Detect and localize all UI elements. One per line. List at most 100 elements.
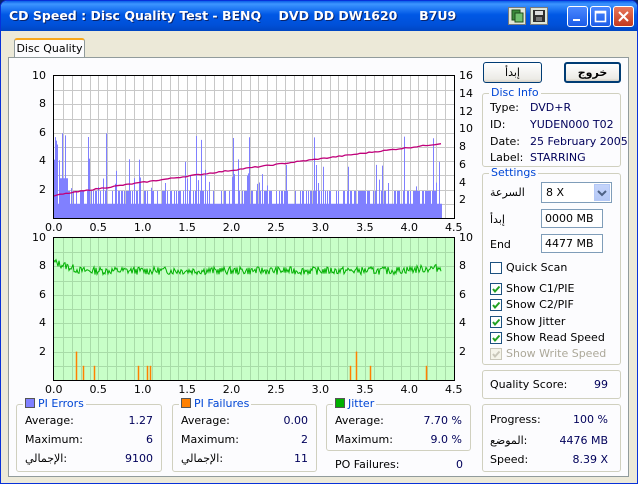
- maximize-button[interactable]: [590, 6, 611, 27]
- y-tick-label-left: 2: [39, 344, 46, 358]
- close-button[interactable]: [613, 6, 634, 27]
- quality-score-label: Quality Score:: [490, 378, 568, 391]
- y-tick-label-right: 10: [459, 231, 473, 244]
- y-tick-label-left: 10: [32, 69, 46, 82]
- pi-errors-plot: [54, 76, 454, 218]
- show-c2-checkbox[interactable]: [490, 299, 502, 311]
- pi-errors-maximum: 6: [146, 433, 153, 446]
- x-tick-label: 2.5: [267, 383, 285, 396]
- disc-date-value: 25 February 2005: [530, 135, 628, 148]
- y-tick-label-right: 6: [459, 287, 466, 301]
- quick-scan-checkbox-label: Quick Scan: [506, 261, 568, 274]
- y-tick-label-right: 12: [459, 104, 473, 118]
- minimize-button[interactable]: [567, 6, 588, 27]
- show-read-speed-checkbox[interactable]: [490, 332, 502, 344]
- start-field[interactable]: 0000 MB: [541, 209, 603, 228]
- x-tick-label: 1.0: [133, 383, 152, 396]
- disc-id-label: ID:: [490, 118, 506, 131]
- pi-failures-total-label: الإجمالي:: [181, 452, 224, 465]
- y-tick-label-right: 6: [459, 157, 466, 171]
- exit-button[interactable]: خروج: [564, 62, 621, 83]
- x-tick-label: 2.0: [222, 383, 241, 396]
- disc-label-value: STARRING: [530, 151, 586, 164]
- speed-select[interactable]: 8 X: [541, 182, 612, 203]
- y-tick-label-left: 2: [39, 182, 46, 196]
- disc-info-group: Disc Info Type: DVD+R ID: YUDEN000 T02 D…: [482, 87, 628, 167]
- po-failures-value: 0: [456, 458, 463, 471]
- pi-errors-group: PI Errors Average: 1.27 Maximum: 6 الإجم…: [16, 398, 162, 472]
- pi-errors-chart: [53, 75, 455, 219]
- position-value: 4476 MB: [559, 434, 608, 447]
- show-write-speed-checkbox: [490, 348, 502, 360]
- x-tick-label: 1.5: [178, 221, 196, 234]
- y-tick-label-right: 8: [459, 259, 466, 273]
- x-tick-label: 0.0: [45, 221, 63, 234]
- check-icon: [492, 334, 501, 343]
- x-tick-label: 3.0: [311, 221, 330, 234]
- y-tick-label-left: 4: [39, 154, 46, 168]
- start-label: إبدأ: [490, 213, 505, 226]
- disc-date-label: Date:: [490, 135, 520, 148]
- y-tick-label-right: 16: [459, 69, 473, 82]
- jitter-chart: [53, 237, 455, 381]
- y-tick-label-right: 10: [459, 122, 473, 136]
- x-tick-label: 4.0: [400, 221, 419, 234]
- copy-icon[interactable]: [508, 7, 526, 25]
- show-c2-checkbox-label: Show C2/PIF: [506, 298, 574, 311]
- progress-group: Progress: 100 % الموضع: 4476 MB Speed: 8…: [482, 404, 621, 472]
- end-field[interactable]: 4477 MB: [541, 234, 603, 253]
- show-c1-checkbox-label: Show C1/PIE: [506, 282, 575, 295]
- pi-errors-average-label: Average:: [25, 414, 74, 427]
- pi-errors-total: 9100: [125, 452, 153, 465]
- pi-failures-average: 0.00: [283, 414, 309, 427]
- check-icon: [492, 285, 501, 294]
- check-icon: [492, 350, 501, 359]
- po-failures-label: PO Failures:: [335, 458, 400, 471]
- start-button[interactable]: إبدأ: [483, 62, 542, 83]
- x-tick-label: 0.5: [89, 383, 107, 396]
- quality-group: Quality Score: 99: [482, 370, 621, 399]
- pi-errors-title: PI Errors: [38, 397, 84, 410]
- disc-id-value: YUDEN000 T02: [530, 118, 614, 131]
- jitter-title: Jitter: [348, 397, 375, 410]
- jitter-maximum: 9.0 %: [430, 433, 462, 446]
- pi-failures-average-label: Average:: [181, 414, 230, 427]
- x-tick-label: 1.5: [178, 383, 196, 396]
- jitter-average-label: Average:: [335, 414, 384, 427]
- disc-info-title: Disc Info: [489, 86, 541, 99]
- title-bar[interactable]: CD Speed : Disc Quality Test - BENQ DVD …: [1, 1, 637, 31]
- pi-failures-group: PI Failures Average: 0.00 Maximum: 2 الإ…: [172, 398, 317, 472]
- pi-errors-total-label: الإجمالي:: [25, 452, 68, 465]
- x-tick-label: 1.0: [133, 221, 152, 234]
- y-tick-label-right: 14: [459, 86, 473, 100]
- pi-errors-average: 1.27: [128, 414, 154, 427]
- end-label: End: [490, 238, 511, 251]
- jitter-plot: [54, 238, 454, 380]
- speed-readout-label: Speed:: [490, 453, 529, 466]
- x-tick-label: 2.0: [222, 221, 241, 234]
- check-icon: [492, 318, 501, 327]
- x-tick-label: 4.5: [445, 383, 463, 396]
- x-tick-label: 3.5: [356, 221, 374, 234]
- y-tick-label-right: 4: [459, 316, 466, 330]
- x-tick-label: 0.0: [45, 383, 63, 396]
- y-tick-label-left: 8: [39, 259, 46, 273]
- save-icon[interactable]: [530, 7, 548, 25]
- quality-score-value: 99: [594, 378, 608, 391]
- speed-readout-value: 8.39 X: [572, 453, 608, 466]
- disc-type-value: DVD+R: [530, 101, 572, 114]
- jitter-average: 7.70 %: [423, 414, 462, 427]
- speed-select-value: 8 X: [546, 186, 565, 199]
- jitter-maximum-label: Maximum:: [335, 433, 393, 446]
- quick-scan-checkbox[interactable]: [490, 262, 502, 274]
- chevron-down-icon[interactable]: [594, 184, 610, 201]
- show-c1-checkbox[interactable]: [490, 283, 502, 295]
- tab-disc-quality[interactable]: Disc Quality: [14, 38, 85, 58]
- show-read-speed-checkbox-label: Show Read Speed: [506, 331, 605, 344]
- show-jitter-checkbox[interactable]: [490, 316, 502, 328]
- x-tick-label: 0.5: [89, 221, 107, 234]
- pi-failures-total: 11: [294, 452, 308, 465]
- y-tick-label-right: 8: [459, 140, 466, 153]
- disc-label-label: Label:: [490, 151, 524, 164]
- pi-failures-swatch: [181, 398, 191, 408]
